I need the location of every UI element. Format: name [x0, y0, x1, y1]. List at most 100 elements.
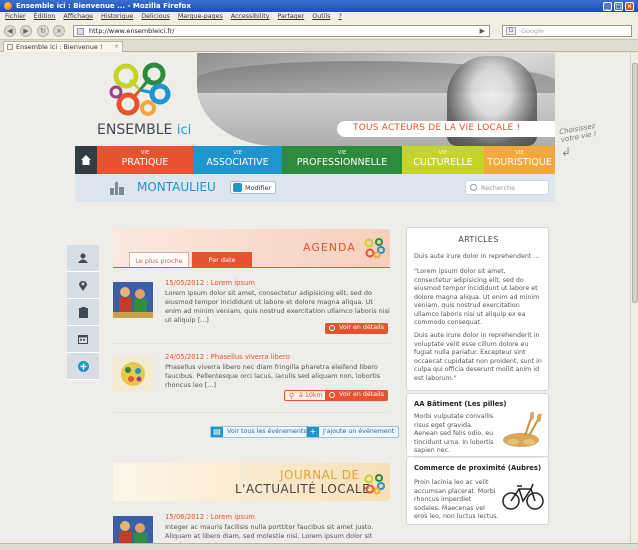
- articles-title: ARTICLES: [458, 235, 499, 244]
- add-event-label: J'ajoute un événement: [323, 428, 395, 435]
- journal-title-line2: L'ACTUALITÉ LOCALE: [235, 482, 371, 496]
- site-search-input[interactable]: Recherche: [465, 180, 549, 195]
- journal-date-title[interactable]: 15/06/2012 : Lorem ipsum: [165, 513, 255, 521]
- journal-header: JOURNAL DE L'ACTUALITÉ LOCALE: [113, 463, 390, 501]
- side-toolbar: [67, 245, 99, 380]
- menu-delicious[interactable]: Delicious: [141, 13, 170, 22]
- calendar-tool[interactable]: [67, 326, 99, 353]
- event-details-button[interactable]: Voir en détails: [325, 390, 388, 401]
- site-search-placeholder: Recherche: [481, 184, 516, 192]
- journal-item: 15/06/2012 : Lorem ipsum Integer ac maur…: [113, 513, 390, 543]
- plus-circle-icon: [77, 360, 89, 372]
- browser-search-input[interactable]: G Google: [502, 25, 632, 37]
- nav-small-label: VIE: [233, 150, 242, 156]
- close-window-button[interactable]: ×: [625, 1, 634, 11]
- url-text: http://www.ensembleici.fr/: [89, 27, 175, 35]
- menu-marque-pages[interactable]: Marque-pages: [178, 13, 223, 22]
- nav-label: ASSOCIATIVE: [206, 156, 269, 168]
- curved-arrow-icon: ↲: [561, 145, 572, 159]
- journal-thumbnail-image[interactable]: [113, 516, 153, 543]
- maximize-button[interactable]: □: [614, 1, 623, 11]
- articles-body: Duis aute irure dolor in reprehenderit i…: [414, 332, 542, 382]
- nav-vie-touristique[interactable]: VIE TOURISTIQUE: [484, 146, 555, 174]
- ad-text: Proin lacinia leo ac velit accumsan plac…: [414, 479, 499, 520]
- menu-partager[interactable]: Partager: [278, 13, 305, 22]
- event-date-title[interactable]: 15/05/2012 : Lorem ipsum: [165, 279, 255, 287]
- logo-main-text: ENSEMBLE: [97, 122, 173, 138]
- reload-icon[interactable]: ↻: [37, 25, 49, 37]
- modify-location-button[interactable]: Modifier: [230, 181, 277, 194]
- ad-title[interactable]: Commerce de proximité (Aubres): [414, 464, 541, 472]
- see-all-label: Voir tous les événements: [227, 428, 307, 435]
- menu-affichage[interactable]: Affichage: [63, 13, 93, 22]
- address-bar[interactable]: http://www.ensembleici.fr/ ▶: [73, 25, 490, 37]
- nav-vie-professionnelle[interactable]: VIE PROFESSIONNELLE: [282, 146, 402, 174]
- location-bar: MONTAULIEU Modifier Recherche: [75, 174, 555, 202]
- flower-logo-icon: [364, 238, 385, 259]
- event-distance-badge[interactable]: ⚲ à 10km: [284, 390, 328, 401]
- browser-tab-active[interactable]: Ensemble ici : Bienvenue ! ×: [3, 41, 123, 52]
- event-description: Phasellus viverra libero nec diam fringi…: [165, 363, 381, 389]
- user-tool[interactable]: [67, 245, 99, 272]
- google-icon[interactable]: G: [506, 27, 516, 35]
- ensemble-ici-logo-icon[interactable]: [108, 62, 172, 118]
- see-all-events-button[interactable]: ▤ Voir tous les événements: [210, 426, 312, 438]
- menu-help[interactable]: ?: [338, 13, 341, 22]
- home-button[interactable]: [75, 146, 97, 174]
- event-date-title[interactable]: 24/05/2012 : Phasellus viverra libero: [165, 353, 290, 361]
- menu-historique[interactable]: Historique: [101, 13, 133, 22]
- nav-vie-pratique[interactable]: VIE PRATIQUE: [97, 146, 193, 174]
- user-icon: [78, 253, 88, 263]
- details-label: Voir en détails: [339, 391, 384, 398]
- menu-edition[interactable]: Édition: [34, 13, 56, 22]
- ad-panel[interactable]: Commerce de proximité (Aubres) Proin lac…: [406, 457, 549, 525]
- menu-fichier[interactable]: Fichier: [5, 13, 26, 22]
- tab-bar: Ensemble ici : Bienvenue ! ×: [0, 40, 638, 52]
- tab-le-plus-proche[interactable]: Le plus proche: [129, 252, 189, 267]
- ad-divider: [414, 457, 543, 458]
- go-arrow-icon[interactable]: ▶: [480, 27, 485, 35]
- wheat-bread-image: [503, 411, 542, 447]
- tab-close-icon[interactable]: ×: [114, 43, 119, 50]
- distance-label: à 10km: [299, 392, 323, 399]
- nav-small-label: VIE: [438, 150, 448, 156]
- page-scrollbar[interactable]: [630, 53, 638, 543]
- home-icon: [81, 155, 91, 165]
- add-event-button[interactable]: + J'ajoute un événement: [306, 426, 400, 438]
- map-pin-icon: [79, 280, 87, 291]
- walker-icon: ⚲: [289, 392, 295, 400]
- site-logo-text[interactable]: ENSEMBLE ici: [97, 122, 191, 138]
- status-bar: [0, 543, 638, 550]
- journal-title-line1: JOURNAL DE: [280, 468, 360, 482]
- ad-panel[interactable]: AA Bâtiment (Les pilles) Morbi vulputate…: [406, 393, 549, 457]
- back-arrow-icon[interactable]: ◀: [4, 25, 16, 37]
- minimize-button[interactable]: _: [603, 1, 612, 11]
- tab-par-date[interactable]: Par date: [192, 252, 252, 267]
- ad-title[interactable]: AA Bâtiment (Les pilles): [414, 400, 506, 408]
- nav-label: TOURISTIQUE: [487, 156, 552, 168]
- map-tool[interactable]: [67, 272, 99, 299]
- browser-search-placeholder: Google: [521, 27, 544, 35]
- site-tagline: TOUS ACTEURS DE LA VIE LOCALE !: [337, 121, 555, 137]
- nav-vie-culturelle[interactable]: VIE CULTURELLE: [402, 146, 484, 174]
- agenda-header: AGENDA Le plus proche Par date: [113, 229, 390, 267]
- menu-outils[interactable]: Outils: [312, 13, 330, 22]
- choose-life-note: Choisissez votre vie !: [558, 121, 598, 145]
- add-tool[interactable]: [67, 353, 99, 380]
- forward-arrow-icon[interactable]: ▶: [20, 25, 32, 37]
- scrollbar-thumb[interactable]: [632, 63, 638, 303]
- articles-intro[interactable]: Duis aute irure dolor in reprehendent ..…: [414, 253, 544, 262]
- menu-accessibility[interactable]: Accessibility: [231, 13, 270, 22]
- window-title: Ensemble ici : Bienvenue ... - Mozilla F…: [16, 2, 191, 10]
- event-details-button[interactable]: Voir en détails: [325, 323, 388, 334]
- event-thumbnail-image[interactable]: [113, 356, 153, 392]
- nav-vie-associative[interactable]: VIE ASSOCIATIVE: [193, 146, 282, 174]
- bicycle-image: [502, 483, 544, 510]
- event-description: Lorem ipsum dolor sit amet, consectetur …: [165, 289, 390, 324]
- documents-tool[interactable]: [67, 299, 99, 326]
- event-thumbnail-image[interactable]: [113, 282, 153, 318]
- tab-title: Ensemble ici : Bienvenue !: [16, 43, 103, 51]
- page-viewport: ENSEMBLE ici VIE PRATIQUE VIE ASSOCIATIV…: [0, 53, 630, 543]
- stop-icon[interactable]: ×: [53, 25, 65, 37]
- magnifier-icon: [329, 325, 335, 331]
